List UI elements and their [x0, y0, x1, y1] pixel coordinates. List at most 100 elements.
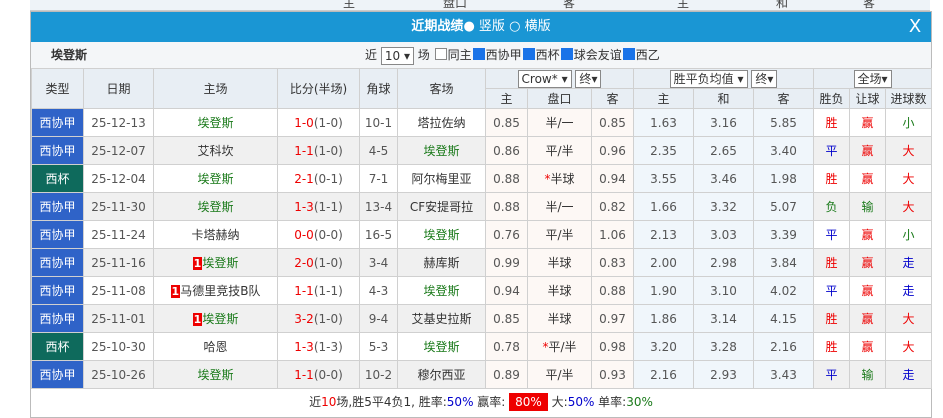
final-select-2[interactable]: 终▾ [751, 69, 778, 88]
away-team-name[interactable]: CF安提哥拉 [410, 200, 473, 214]
score[interactable]: 0-0(0-0) [277, 220, 360, 249]
home-team-name[interactable]: 埃登斯 [197, 172, 233, 186]
score[interactable]: 1-1(1-1) [277, 276, 360, 305]
half-score: (1-0) [313, 143, 343, 158]
euro-home: 1.66 [633, 192, 694, 221]
table-row[interactable]: 西协甲 25-11-16 1埃登斯 2-0(1-0) 3-4 赫库斯 0.99 … [31, 248, 933, 277]
score[interactable]: 1-3(1-1) [277, 192, 360, 221]
radio-horizontal[interactable]: ○ [509, 19, 520, 34]
company-select[interactable]: Crow* ▾ [517, 69, 572, 88]
away-team[interactable]: 穆尔西亚 [397, 360, 486, 389]
away-team-name[interactable]: 埃登斯 [423, 340, 459, 354]
away-team-name[interactable]: 埃登斯 [423, 228, 459, 242]
match-type[interactable]: 西协甲 [31, 136, 84, 165]
score[interactable]: 2-0(1-0) [277, 248, 360, 277]
away-team[interactable]: 阿尔梅里亚 [397, 164, 486, 193]
match-type[interactable]: 西协甲 [31, 220, 84, 249]
filter-checkbox[interactable] [434, 48, 447, 60]
table-row[interactable]: 西协甲 25-12-13 埃登斯 1-0(1-0) 10-1 塔拉佐纳 0.85… [31, 108, 933, 137]
away-team[interactable]: 埃登斯 [397, 276, 486, 305]
home-team-name[interactable]: 埃登斯 [197, 200, 233, 214]
table-row[interactable]: 西协甲 25-10-26 埃登斯 1-1(0-0) 10-2 穆尔西亚 0.89… [31, 360, 933, 389]
score[interactable]: 1-1(0-0) [277, 360, 360, 389]
away-team[interactable]: 埃登斯 [397, 220, 486, 249]
filter-checkbox[interactable] [472, 48, 485, 60]
home-team-name[interactable]: 埃登斯 [197, 368, 233, 382]
result-goals: 大 [885, 136, 933, 165]
away-team-name[interactable]: 阿尔梅里亚 [411, 172, 471, 186]
away-team-name[interactable]: 穆尔西亚 [417, 368, 465, 382]
home-team[interactable]: 1埃登斯 [153, 248, 278, 277]
strip-header: 主 [677, 0, 690, 10]
subheader: 盘口 [527, 88, 592, 109]
home-team[interactable]: 卡塔赫纳 [153, 220, 278, 249]
table-row[interactable]: 西杯 25-10-30 哈恩 1-3(1-3) 5-3 埃登斯 0.78 *平/… [31, 332, 933, 361]
away-team-name[interactable]: 埃登斯 [423, 284, 459, 298]
match-count-select[interactable]: 10 ▾ [380, 46, 414, 65]
table-row[interactable]: 西协甲 25-11-30 埃登斯 1-3(1-1) 13-4 CF安提哥拉 0.… [31, 192, 933, 221]
away-team-name[interactable]: 塔拉佐纳 [417, 116, 465, 130]
scope-select[interactable]: 全场▾ [853, 69, 892, 88]
match-type[interactable]: 西协甲 [31, 248, 84, 277]
match-type[interactable]: 西协甲 [31, 192, 84, 221]
away-team[interactable]: 埃登斯 [397, 136, 486, 165]
table-row[interactable]: 西杯 25-12-04 埃登斯 2-1(0-1) 7-1 阿尔梅里亚 0.88 … [31, 164, 933, 193]
filter-checkbox[interactable] [622, 48, 635, 60]
close-button[interactable]: X [905, 17, 925, 37]
asian-home-odds: 0.89 [485, 360, 528, 389]
home-team-name[interactable]: 埃登斯 [202, 312, 238, 326]
filter-checkbox[interactable] [522, 48, 535, 60]
home-team-name[interactable]: 哈恩 [203, 340, 227, 354]
table-row[interactable]: 西协甲 25-11-08 1马德里竞技B队 1-1(1-1) 4-3 埃登斯 0… [31, 276, 933, 305]
home-team[interactable]: 哈恩 [153, 332, 278, 361]
euro-away: 1.98 [752, 164, 815, 193]
filter-checkbox[interactable] [560, 48, 573, 60]
home-team[interactable]: 埃登斯 [153, 108, 278, 137]
score[interactable]: 3-2(1-0) [277, 304, 360, 333]
home-team-name[interactable]: 艾科坎 [197, 144, 233, 158]
away-team-name[interactable]: 赫库斯 [423, 256, 459, 270]
vertical-label[interactable]: 竖版 [479, 19, 505, 34]
full-score: 1-0 [294, 115, 314, 130]
home-team-name[interactable]: 马德里竞技B队 [180, 284, 260, 298]
score[interactable]: 1-3(1-3) [277, 332, 360, 361]
horizontal-label[interactable]: 横版 [525, 19, 551, 34]
table-row[interactable]: 西协甲 25-11-24 卡塔赫纳 0-0(0-0) 16-5 埃登斯 0.76… [31, 220, 933, 249]
red-card-badge: 1 [192, 313, 203, 326]
home-team[interactable]: 埃登斯 [153, 192, 278, 221]
match-type[interactable]: 西协甲 [31, 304, 84, 333]
home-team[interactable]: 1马德里竞技B队 [153, 276, 278, 305]
away-team[interactable]: CF安提哥拉 [397, 192, 486, 221]
home-team[interactable]: 1埃登斯 [153, 304, 278, 333]
home-team[interactable]: 埃登斯 [153, 164, 278, 193]
away-team[interactable]: 艾基史拉斯 [397, 304, 486, 333]
table-row[interactable]: 西协甲 25-12-07 艾科坎 1-1(1-0) 4-5 埃登斯 0.86 平… [31, 136, 933, 165]
score[interactable]: 2-1(0-1) [277, 164, 360, 193]
match-type[interactable]: 西杯 [31, 332, 84, 361]
euro-type-select[interactable]: 胜平负均值 ▾ [669, 69, 748, 88]
match-type[interactable]: 西协甲 [31, 276, 84, 305]
home-team-name[interactable]: 埃登斯 [197, 116, 233, 130]
home-team-name[interactable]: 卡塔赫纳 [191, 228, 239, 242]
match-type[interactable]: 西杯 [31, 164, 84, 193]
final-select-1[interactable]: 终▾ [575, 69, 602, 88]
subheader: 进球数 [885, 88, 933, 109]
home-team[interactable]: 埃登斯 [153, 360, 278, 389]
home-team-name[interactable]: 埃登斯 [202, 256, 238, 270]
away-team[interactable]: 埃登斯 [397, 332, 486, 361]
away-team-name[interactable]: 艾基史拉斯 [411, 312, 471, 326]
asian-away-odds: 0.88 [591, 276, 634, 305]
radio-vertical[interactable]: ● [463, 19, 474, 34]
header-home: 主场 [153, 68, 278, 109]
match-type[interactable]: 西协甲 [31, 108, 84, 137]
match-type[interactable]: 西协甲 [31, 360, 84, 389]
away-team-name[interactable]: 埃登斯 [423, 144, 459, 158]
corner: 10-1 [359, 108, 398, 137]
away-team[interactable]: 赫库斯 [397, 248, 486, 277]
score[interactable]: 1-1(1-0) [277, 136, 360, 165]
score[interactable]: 1-0(1-0) [277, 108, 360, 137]
away-team[interactable]: 塔拉佐纳 [397, 108, 486, 137]
table-row[interactable]: 西协甲 25-11-01 1埃登斯 3-2(1-0) 9-4 艾基史拉斯 0.8… [31, 304, 933, 333]
handicap: 半/一 [527, 192, 592, 221]
home-team[interactable]: 艾科坎 [153, 136, 278, 165]
